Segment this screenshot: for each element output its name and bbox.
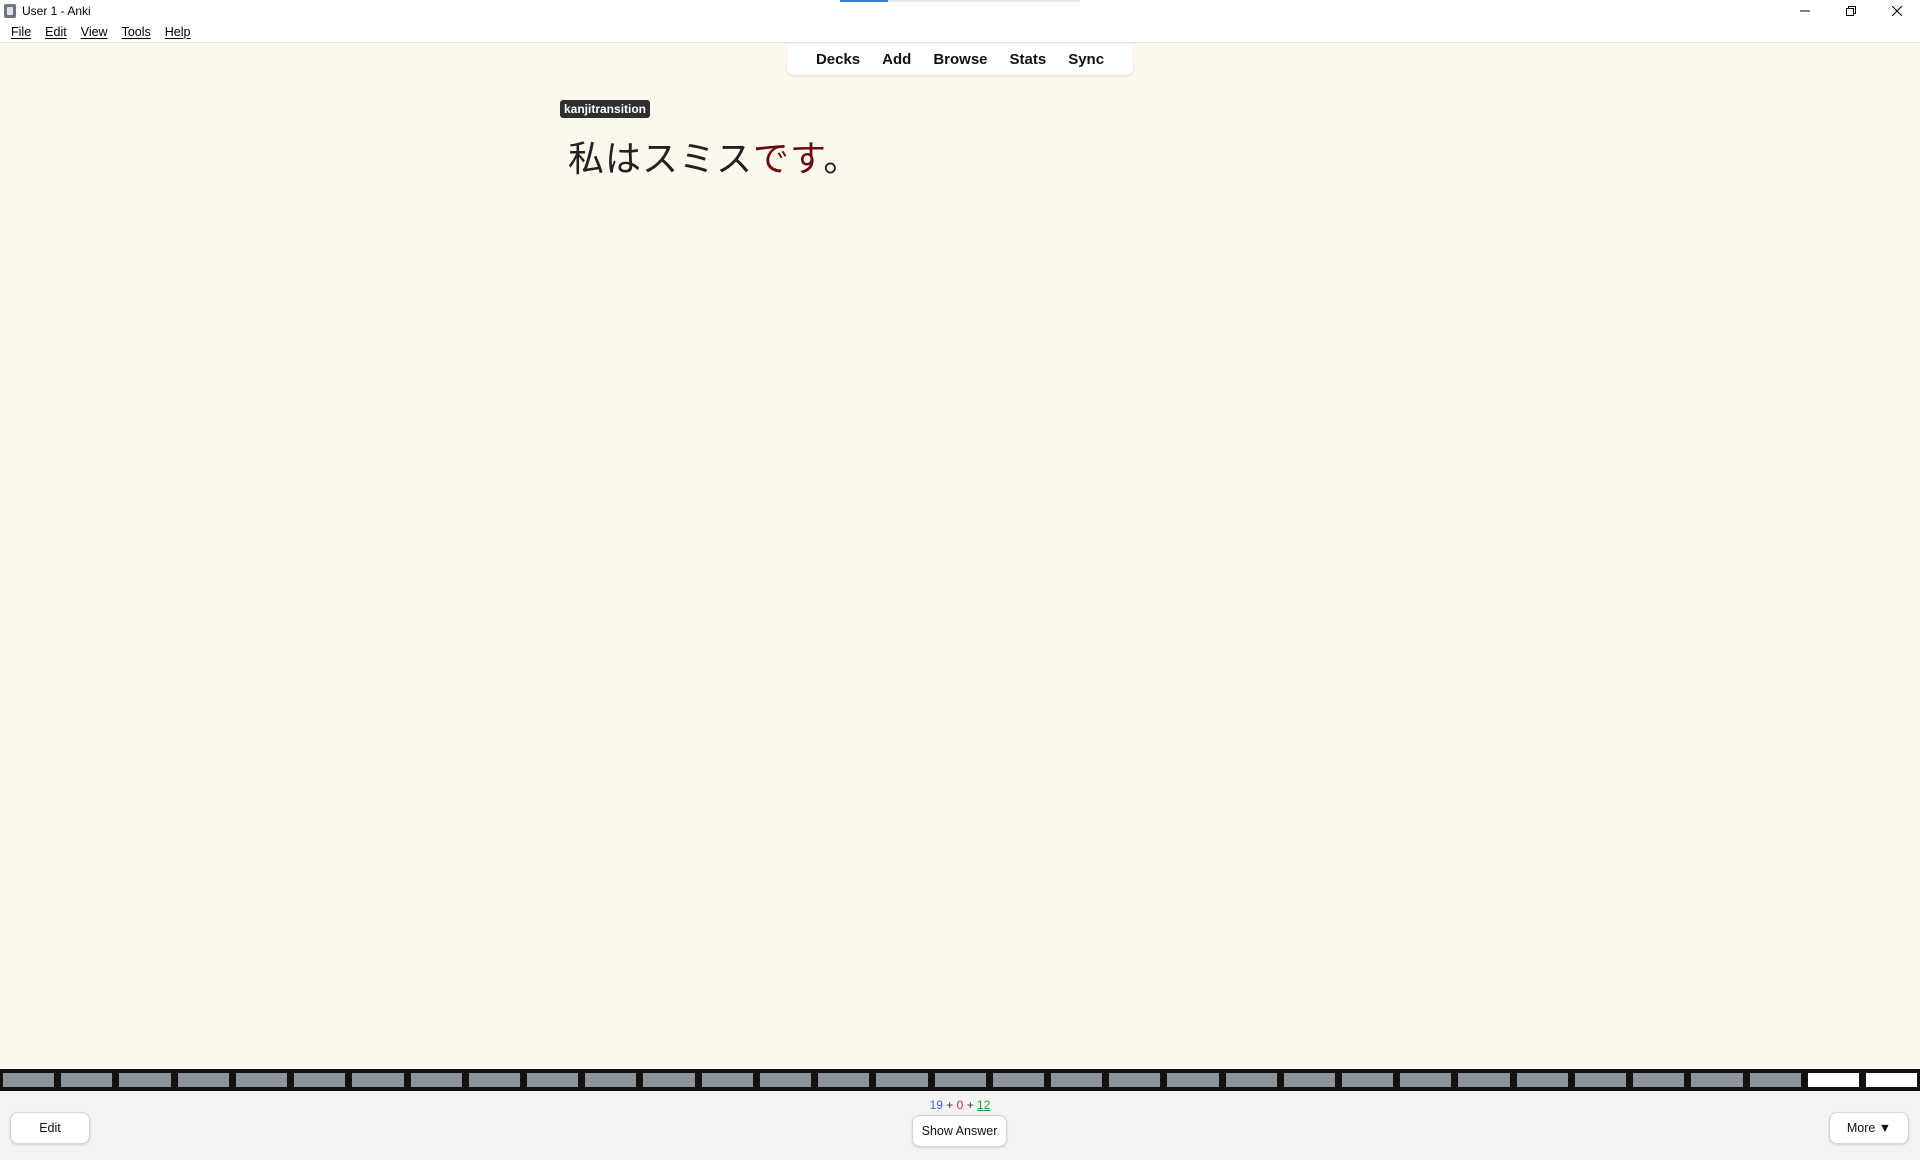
window-controls — [1782, 0, 1920, 22]
count-separator: + — [966, 1098, 974, 1112]
progress-segment — [1691, 1073, 1743, 1087]
window-title: User 1 - Anki — [22, 4, 91, 18]
progress-segment — [1574, 1073, 1627, 1087]
menu-file[interactable]: File — [4, 25, 38, 39]
anki-app-icon — [4, 4, 16, 18]
minimize-icon — [1800, 10, 1810, 12]
toolbar-stats[interactable]: Stats — [999, 51, 1058, 68]
sentence-end: 。 — [823, 139, 861, 180]
progress-segment — [992, 1073, 1044, 1087]
count-new: 19 — [929, 1098, 943, 1112]
main-toolbar: Decks Add Browse Stats Sync — [787, 44, 1133, 75]
close-icon — [1892, 6, 1902, 16]
progress-segment — [1400, 1073, 1452, 1087]
progress-segment — [1225, 1073, 1277, 1087]
progress-segment — [818, 1073, 870, 1087]
title-bar: User 1 - Anki — [0, 0, 1920, 22]
progress-segment — [759, 1073, 812, 1087]
toolbar-sync[interactable]: Sync — [1057, 51, 1115, 68]
sentence-highlight: です — [753, 139, 824, 180]
count-learning: 0 — [956, 1098, 964, 1112]
progress-segment — [701, 1073, 753, 1087]
toolbar-browse[interactable]: Browse — [922, 51, 998, 68]
progress-segment — [1167, 1073, 1219, 1087]
sentence-plain: 私はスミス — [568, 139, 754, 180]
due-counts: 19 + 0 + 12 — [0, 1098, 1920, 1112]
progress-segment — [1458, 1073, 1510, 1087]
progress-segment — [1516, 1073, 1568, 1087]
progress-segment — [876, 1073, 928, 1087]
progress-segment — [410, 1073, 462, 1087]
progress-segment — [1749, 1073, 1801, 1087]
progress-segment — [1283, 1073, 1336, 1087]
title-progress-bar — [840, 0, 1080, 2]
bottom-bar: Edit 19 + 0 + 12 Show Answer More ▼ — [0, 1091, 1920, 1160]
progress-segment — [1050, 1073, 1103, 1087]
progress-segment — [3, 1073, 55, 1087]
progress-segment — [526, 1073, 579, 1087]
toolbar-decks[interactable]: Decks — [805, 51, 871, 68]
card-sentence: 私はスミスです。 — [568, 130, 860, 182]
progress-segment — [934, 1073, 986, 1087]
progress-segment — [119, 1073, 171, 1087]
count-separator: + — [946, 1098, 954, 1112]
progress-segment — [352, 1073, 404, 1087]
restore-icon — [1846, 6, 1856, 16]
menu-edit[interactable]: Edit — [38, 25, 74, 39]
progress-segment — [585, 1073, 637, 1087]
progress-segment — [61, 1073, 113, 1087]
menu-tools[interactable]: Tools — [115, 25, 158, 39]
progress-segment — [1633, 1073, 1685, 1087]
menu-view[interactable]: View — [74, 25, 115, 39]
menu-help[interactable]: Help — [158, 25, 198, 39]
progress-segment — [1109, 1073, 1161, 1087]
card-tag-badge: kanjitransition — [560, 100, 651, 118]
progress-segment — [1807, 1073, 1859, 1087]
title-progress-fill — [840, 0, 888, 2]
minimize-button[interactable] — [1782, 0, 1828, 22]
progress-segment — [177, 1073, 229, 1087]
card-front: kanjitransition 私はスミスです。 — [560, 100, 860, 182]
progress-segment — [1866, 1073, 1918, 1087]
more-button[interactable]: More ▼ — [1829, 1112, 1909, 1144]
menu-bar: File Edit View Tools Help — [0, 22, 1920, 43]
progress-segment — [468, 1073, 520, 1087]
close-button[interactable] — [1874, 0, 1920, 22]
review-progress-bar — [0, 1069, 1920, 1091]
progress-segment — [643, 1073, 695, 1087]
restore-button[interactable] — [1828, 0, 1874, 22]
progress-segment — [294, 1073, 346, 1087]
progress-segment — [235, 1073, 288, 1087]
count-review: 12 — [977, 1098, 991, 1112]
show-answer-button[interactable]: Show Answer — [912, 1115, 1007, 1147]
edit-button[interactable]: Edit — [10, 1112, 90, 1144]
progress-segment — [1342, 1073, 1394, 1087]
toolbar-add[interactable]: Add — [871, 51, 922, 68]
